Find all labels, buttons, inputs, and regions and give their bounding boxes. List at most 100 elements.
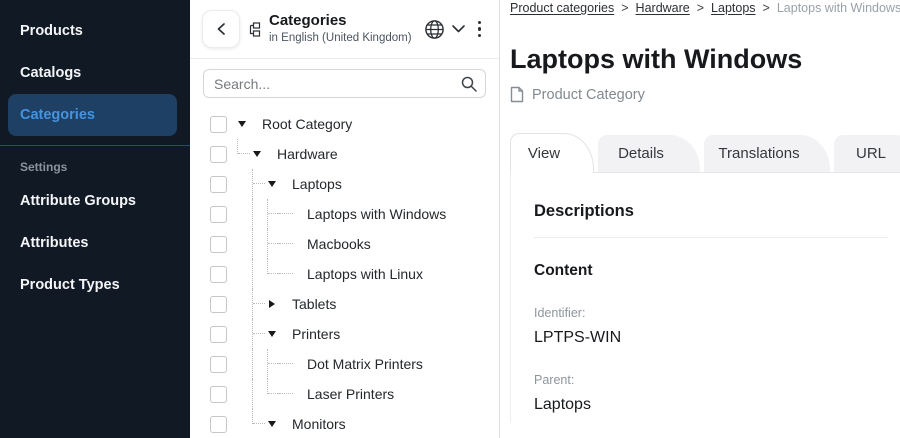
tree-connector: [279, 199, 301, 229]
tree-row: Macbooks: [190, 229, 499, 259]
sidebar: ProductsCatalogsCategories Settings Attr…: [0, 0, 190, 438]
back-button[interactable]: [202, 10, 240, 48]
category-tree: Root Category Hardware Laptops Laptops with…: [190, 104, 499, 438]
category-tree-icon: [247, 22, 262, 37]
collapse-arrow-icon[interactable]: [234, 109, 256, 139]
globe-icon: [424, 19, 445, 40]
field-label: Parent:: [534, 373, 900, 387]
tree-indent-guide: [249, 199, 264, 229]
tree-indent-guide: [234, 259, 249, 289]
kebab-menu-button[interactable]: [472, 17, 488, 42]
categories-panel: Categories in English (United Kingdom): [190, 0, 500, 438]
tree-connector: [279, 379, 301, 409]
tree-indent-guide: [264, 349, 279, 379]
page-type: Product Category: [510, 86, 900, 103]
breadcrumb-separator: >: [621, 1, 628, 15]
tree-item-label[interactable]: Laptops with Windows: [307, 206, 446, 222]
sidebar-section-label: Settings: [0, 146, 190, 180]
tree-item-label[interactable]: Laptops: [292, 176, 342, 192]
tree-row: Tablets: [190, 289, 499, 319]
tree-checkbox[interactable]: [210, 296, 227, 313]
tree-checkbox[interactable]: [210, 116, 227, 133]
sidebar-item-product-types[interactable]: Product Types: [8, 264, 177, 306]
subsection-heading: Content: [534, 262, 900, 280]
tree-item-label[interactable]: Laptops with Linux: [307, 266, 423, 282]
tree-row: Laptops: [190, 169, 499, 199]
tree-indent-guide: [234, 409, 249, 438]
app-window: ProductsCatalogsCategories Settings Attr…: [0, 0, 900, 438]
tree-item-label[interactable]: Printers: [292, 326, 340, 342]
collapse-arrow-icon[interactable]: [264, 409, 286, 438]
tree-indent-guide: [249, 379, 264, 409]
field-value: LPTPS-WIN: [534, 329, 900, 347]
breadcrumb-current: Laptops with Windows: [777, 1, 900, 15]
tree-indent-guide: [249, 409, 264, 438]
tab-details[interactable]: Details: [598, 135, 700, 172]
tree-checkbox[interactable]: [210, 236, 227, 253]
breadcrumb-separator: >: [697, 1, 704, 15]
language-switcher[interactable]: [424, 19, 465, 40]
tree-checkbox[interactable]: [210, 356, 227, 373]
tree-row: Root Category: [190, 109, 499, 139]
tree-indent-guide: [234, 169, 249, 199]
tab-url[interactable]: URL: [834, 135, 900, 172]
tree-item-label[interactable]: Root Category: [262, 116, 352, 132]
tree-indent-guide: [249, 229, 264, 259]
tree-connector: [279, 349, 301, 379]
tree-indent-guide: [249, 169, 264, 199]
expand-arrow-icon[interactable]: [264, 289, 286, 319]
tree-indent-guide: [234, 349, 249, 379]
sidebar-main-items: ProductsCatalogsCategories: [0, 10, 190, 136]
tree-row: Dot Matrix Printers: [190, 349, 499, 379]
breadcrumb-separator: >: [763, 1, 770, 15]
collapse-arrow-icon[interactable]: [249, 139, 271, 169]
tree-checkbox[interactable]: [210, 176, 227, 193]
tree-checkbox[interactable]: [210, 326, 227, 343]
tree-indent-guide: [249, 349, 264, 379]
search-input[interactable]: [203, 69, 486, 98]
tree-checkbox[interactable]: [210, 416, 227, 433]
tree-item-label[interactable]: Dot Matrix Printers: [307, 356, 423, 372]
tree-indent-guide: [234, 139, 249, 169]
tree-checkbox[interactable]: [210, 146, 227, 163]
breadcrumb-link[interactable]: Laptops: [711, 1, 755, 15]
breadcrumb-link[interactable]: Hardware: [636, 1, 690, 15]
panel-titles: Categories in English (United Kingdom): [269, 12, 412, 45]
tab-translations[interactable]: Translations: [704, 135, 830, 172]
tree-row: Hardware: [190, 139, 499, 169]
collapse-arrow-icon[interactable]: [264, 319, 286, 349]
tree-indent-guide: [234, 379, 249, 409]
tree-row: Laser Printers: [190, 379, 499, 409]
tab-view[interactable]: View: [510, 133, 594, 173]
tree-item-label[interactable]: Tablets: [292, 296, 336, 312]
field-label: Identifier:: [534, 306, 900, 320]
tree-row: Monitors: [190, 409, 499, 438]
breadcrumb: Product categories > Hardware > Laptops > Lapt…: [510, 0, 900, 15]
tree-item-label[interactable]: Monitors: [292, 416, 346, 432]
tree-indent-guide: [234, 229, 249, 259]
tree-indent-guide: [234, 319, 249, 349]
tree-checkbox[interactable]: [210, 206, 227, 223]
tree-item-label[interactable]: Hardware: [277, 146, 338, 162]
tree-item-label[interactable]: Laser Printers: [307, 386, 394, 402]
collapse-arrow-icon[interactable]: [264, 169, 286, 199]
chevron-left-icon: [215, 22, 228, 36]
tab-bar: ViewDetailsTranslationsURL: [510, 133, 900, 173]
tree-row: Printers: [190, 319, 499, 349]
tree-indent-guide: [264, 259, 279, 289]
sidebar-item-catalogs[interactable]: Catalogs: [8, 52, 177, 94]
tree-checkbox[interactable]: [210, 266, 227, 283]
sidebar-item-categories[interactable]: Categories: [8, 94, 177, 136]
tree-indent-guide: [234, 289, 249, 319]
sidebar-item-attribute-groups[interactable]: Attribute Groups: [8, 180, 177, 222]
tree-indent-guide: [234, 199, 249, 229]
section-divider: [534, 237, 888, 238]
field-value: Laptops: [534, 396, 900, 414]
field-list: Identifier: LPTPS-WIN Parent: Laptops: [534, 306, 900, 414]
sidebar-item-products[interactable]: Products: [8, 10, 177, 52]
breadcrumb-link[interactable]: Product categories: [510, 1, 614, 15]
panel-locale-subtitle: in English (United Kingdom): [269, 31, 412, 45]
tree-checkbox[interactable]: [210, 386, 227, 403]
tree-item-label[interactable]: Macbooks: [307, 236, 371, 252]
sidebar-item-attributes[interactable]: Attributes: [8, 222, 177, 264]
